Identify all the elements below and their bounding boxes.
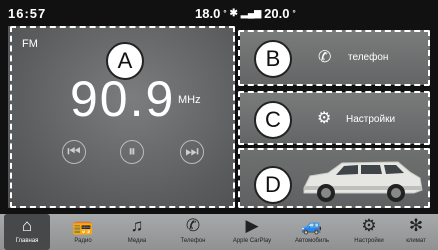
nav-carplay-label: Apple CarPlay: [232, 238, 272, 244]
temp-unit-2: °: [292, 9, 296, 18]
suv-image: [303, 161, 423, 202]
nav-radio-label: Радио: [74, 238, 92, 244]
nav-radio[interactable]: 📻 Радио: [58, 214, 108, 250]
phone-tile-label: телефон: [348, 52, 389, 63]
phone-icon: ✆: [318, 49, 332, 66]
nav-climate-label: климат: [406, 238, 426, 244]
inside-temperature: 20.0: [264, 6, 290, 21]
nav-vehicle-label: Автомобиль: [295, 238, 329, 244]
home-icon: ⌂: [21, 216, 33, 235]
nav-carplay[interactable]: ▶ Apple CarPlay: [224, 214, 280, 250]
phone-icon: ✆: [185, 216, 201, 235]
nav-settings[interactable]: ⚙ Настройки: [344, 214, 394, 250]
radio-icon: 📻: [72, 216, 94, 235]
carplay-icon: ▶: [245, 216, 259, 235]
callout-b: B: [254, 40, 292, 78]
bottom-navigation: ⌂ Главная 📻 Радио ♫ Медиа ✆ Телефон ▶ Ap…: [0, 214, 438, 250]
callout-c: C: [254, 101, 292, 139]
clock: 16:57: [8, 6, 47, 21]
nav-phone[interactable]: ✆ Телефон: [168, 214, 218, 250]
nav-climate[interactable]: ✻ климат: [396, 214, 436, 250]
fan-icon: ✻: [408, 216, 424, 235]
callout-d: D: [254, 166, 292, 204]
nav-home[interactable]: ⌂ Главная: [4, 214, 50, 250]
pause-button[interactable]: ⏸: [120, 140, 144, 164]
status-center: 18.0 ° ✱ ▂▄▆ 20.0 °: [195, 6, 296, 21]
skip-back-icon: ⏮: [67, 143, 81, 160]
previous-station-button[interactable]: ⏮: [62, 140, 86, 164]
callout-a: A: [106, 42, 144, 80]
status-bar: 16:57 18.0 ° ✱ ▂▄▆ 20.0 °: [0, 0, 438, 22]
pause-icon: ⏸: [128, 143, 136, 160]
nav-media[interactable]: ♫ Медиа: [112, 214, 162, 250]
head-unit-screen: 16:57 18.0 ° ✱ ▂▄▆ 20.0 ° FM 90.9 MHz ⏮ ⏸ …: [0, 0, 438, 250]
nav-settings-label: Настройки: [354, 238, 384, 244]
nav-phone-label: Телефон: [180, 238, 206, 244]
nav-home-label: Главная: [15, 238, 39, 244]
outside-temperature: 18.0: [195, 6, 221, 21]
skip-forward-icon: ⏭: [185, 143, 199, 160]
bluetooth-icon: ✱: [229, 8, 238, 19]
temp-unit: °: [223, 9, 227, 18]
gear-icon: ⚙: [361, 216, 377, 235]
car-icon: 🚙: [301, 216, 323, 235]
frequency-unit: MHz: [178, 94, 201, 106]
nav-vehicle[interactable]: 🚙 Автомобиль: [284, 214, 340, 250]
gear-icon: ⚙: [317, 110, 332, 127]
nav-media-label: Медиа: [127, 238, 147, 244]
settings-tile-label: Настройки: [346, 114, 396, 125]
signal-icon: ▂▄▆: [240, 8, 262, 18]
music-icon: ♫: [130, 216, 144, 235]
radio-band: FM: [22, 38, 38, 50]
next-station-button[interactable]: ⏭: [180, 140, 204, 164]
